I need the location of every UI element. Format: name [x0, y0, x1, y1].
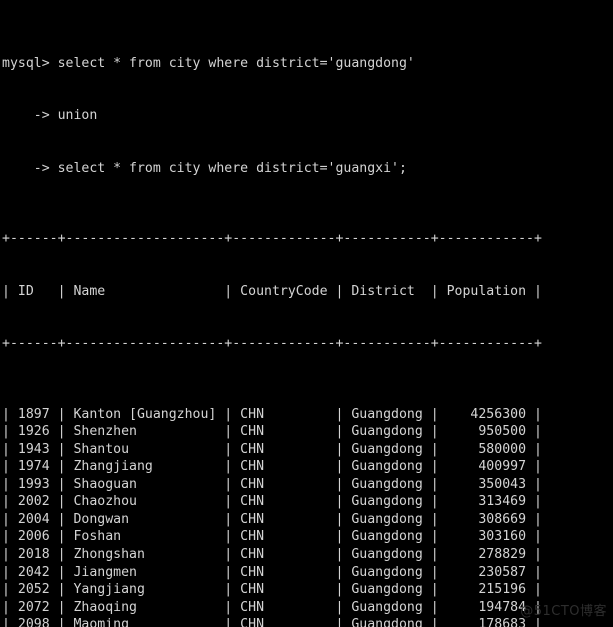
terminal-screen[interactable]: mysql> select * from city where district…	[0, 0, 613, 627]
table-row: | 2006 | Foshan | CHN | Guangdong | 3031…	[2, 529, 542, 545]
table-header-border: +------+--------------------+-----------…	[2, 336, 542, 352]
watermark: @51CTO博客	[520, 604, 607, 620]
table-top-border: +------+--------------------+-----------…	[2, 231, 542, 247]
table-row: | 2004 | Dongwan | CHN | Guangdong | 308…	[2, 511, 542, 527]
query-line-1: mysql> select * from city where district…	[2, 55, 415, 71]
table-row: | 2018 | Zhongshan | CHN | Guangdong | 2…	[2, 546, 542, 562]
table-row: | 1897 | Kanton [Guangzhou] | CHN | Guan…	[2, 406, 542, 422]
table-row: | 1993 | Shaoguan | CHN | Guangdong | 35…	[2, 476, 542, 492]
table-row: | 1926 | Shenzhen | CHN | Guangdong | 95…	[2, 424, 542, 440]
query-line-2: -> union	[2, 108, 98, 124]
table-row: | 2052 | Yangjiang | CHN | Guangdong | 2…	[2, 582, 542, 598]
table-header-row: | ID | Name | CountryCode | District | P…	[2, 283, 542, 299]
query-line-3: -> select * from city where district='gu…	[2, 160, 407, 176]
table-row: | 1974 | Zhangjiang | CHN | Guangdong | …	[2, 459, 542, 475]
table-row: | 1943 | Shantou | CHN | Guangdong | 580…	[2, 441, 542, 457]
table-body: | 1897 | Kanton [Guangzhou] | CHN | Guan…	[2, 406, 613, 627]
table-row: | 2002 | Chaozhou | CHN | Guangdong | 31…	[2, 494, 542, 510]
table-row: | 2042 | Jiangmen | CHN | Guangdong | 23…	[2, 564, 542, 580]
